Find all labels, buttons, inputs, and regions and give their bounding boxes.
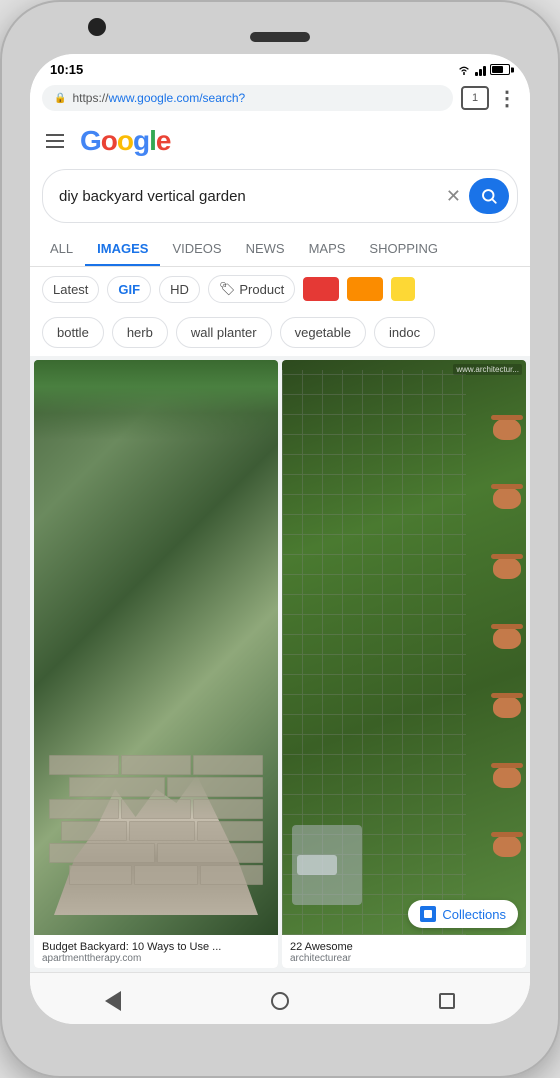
search-clear-button[interactable]: ✕ (446, 186, 461, 207)
chip-bottle[interactable]: bottle (42, 317, 104, 348)
caption-title-2: 22 Awesome (290, 941, 518, 953)
tab-images[interactable]: IMAGES (85, 231, 160, 266)
phone-frame: 10:15 (0, 0, 560, 1078)
bottom-nav (30, 972, 530, 1024)
status-time: 10:15 (50, 62, 83, 77)
tab-all[interactable]: ALL (38, 231, 85, 266)
chip-vegetable[interactable]: vegetable (280, 317, 366, 348)
address-bar[interactable]: 🔒 https://www.google.com/search? (42, 85, 453, 111)
caption-source-1: apartmenttherapy.com (42, 953, 270, 964)
search-icon (480, 187, 498, 205)
chips-row: bottle herb wall planter vegetable indoc (30, 311, 530, 356)
tab-shopping[interactable]: SHOPPING (357, 231, 450, 266)
image-2-source-overlay: www.architectur... (453, 364, 522, 375)
collections-icon (420, 906, 436, 922)
nav-home-button[interactable] (266, 987, 294, 1015)
collections-button[interactable]: Collections (408, 900, 518, 928)
product-label: Product (239, 282, 284, 297)
status-icons (457, 64, 510, 76)
chip-indoor[interactable]: indoc (374, 317, 435, 348)
filter-product[interactable]: 🏷 Product (208, 275, 295, 303)
filter-latest[interactable]: Latest (42, 276, 99, 303)
nav-back-button[interactable] (99, 987, 127, 1015)
foliage-top (34, 360, 278, 440)
pots-decoration (466, 370, 526, 905)
tab-maps[interactable]: MAPS (297, 231, 358, 266)
google-header: Google (30, 117, 530, 165)
lock-icon: 🔒 (54, 93, 66, 104)
color-filter-yellow[interactable] (391, 277, 415, 301)
hamburger-icon[interactable] (46, 134, 64, 148)
phone-screen: 10:15 (30, 54, 530, 1024)
search-submit-button[interactable] (469, 178, 509, 214)
tab-videos[interactable]: VIDEOS (160, 231, 233, 266)
image-caption-1: Budget Backyard: 10 Ways to Use ... apar… (34, 935, 278, 968)
chip-herb[interactable]: herb (112, 317, 168, 348)
image-card-1[interactable]: Budget Backyard: 10 Ways to Use ... apar… (34, 360, 278, 968)
tab-count-button[interactable]: 1 (461, 86, 489, 110)
cinder-blocks-decoration (49, 755, 263, 915)
filter-hd[interactable]: HD (159, 276, 200, 303)
camera-icon (88, 18, 106, 36)
search-query: diy backyard vertical garden (59, 188, 438, 205)
image-1 (34, 360, 278, 935)
status-bar: 10:15 (30, 54, 530, 81)
search-tabs: ALL IMAGES VIDEOS NEWS MAPS SHOPPING (30, 231, 530, 267)
signal-icon (475, 64, 486, 76)
color-filter-red[interactable] (303, 277, 339, 301)
more-menu-button[interactable]: ⋮ (497, 86, 518, 111)
product-tag-icon: 🏷 (219, 281, 236, 297)
caption-title-1: Budget Backyard: 10 Ways to Use ... (42, 941, 270, 953)
filter-gif[interactable]: GIF (107, 276, 151, 303)
image-grid: Budget Backyard: 10 Ways to Use ... apar… (30, 356, 530, 972)
address-bar-container: 🔒 https://www.google.com/search? 1 ⋮ (30, 81, 530, 117)
speaker-icon (250, 32, 310, 42)
image-caption-2: 22 Awesome architecturear (282, 935, 526, 968)
tab-news[interactable]: NEWS (234, 231, 297, 266)
filter-row: Latest GIF HD 🏷 Product (30, 267, 530, 311)
back-icon (105, 991, 121, 1011)
image-2: www.architectur... (282, 360, 526, 935)
address-domain: www.google.com (108, 91, 199, 105)
wifi-icon (457, 65, 471, 75)
image-card-2[interactable]: www.architectur... 22 Awesome architectu… (282, 360, 526, 968)
nav-recent-button[interactable] (433, 987, 461, 1015)
address-text: https://www.google.com/search? (72, 91, 441, 105)
recent-icon (439, 993, 455, 1009)
home-icon (271, 992, 289, 1010)
color-filter-orange[interactable] (347, 277, 383, 301)
caption-source-2: architecturear (290, 953, 518, 964)
search-bar-container: diy backyard vertical garden ✕ (30, 165, 530, 231)
search-bar[interactable]: diy backyard vertical garden ✕ (42, 169, 518, 223)
collections-label: Collections (442, 907, 506, 922)
battery-icon (490, 64, 510, 75)
chip-wall-planter[interactable]: wall planter (176, 317, 272, 348)
google-logo: Google (80, 125, 170, 157)
